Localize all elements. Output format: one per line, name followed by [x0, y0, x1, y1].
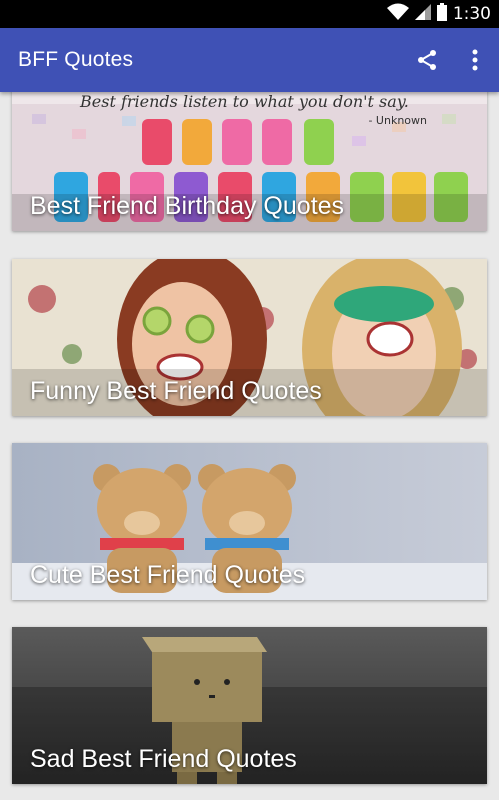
card-sad-quotes[interactable]: Sad Best Friend Quotes: [12, 627, 487, 784]
category-list[interactable]: Best friends listen to what you don't sa…: [0, 92, 499, 800]
card-funny-quotes[interactable]: Funny Best Friend Quotes: [12, 259, 487, 416]
status-time: 1:30: [452, 4, 491, 24]
card-quote-author: - Unknown: [368, 114, 427, 127]
wifi-icon: [386, 3, 409, 26]
app-bar: BFF Quotes: [0, 28, 499, 92]
card-label: Funny Best Friend Quotes: [30, 377, 322, 405]
share-icon[interactable]: [412, 46, 442, 74]
battery-icon: [436, 2, 447, 26]
card-quote: Best friends listen to what you don't sa…: [80, 92, 409, 111]
card-birthday-quotes[interactable]: Best friends listen to what you don't sa…: [12, 92, 487, 231]
card-label: Sad Best Friend Quotes: [30, 745, 297, 773]
status-bar: 1:30: [0, 0, 499, 28]
more-vert-icon[interactable]: [462, 46, 488, 74]
card-label: Best Friend Birthday Quotes: [30, 192, 345, 220]
card-cute-quotes[interactable]: Cute Best Friend Quotes: [12, 443, 487, 600]
card-label: Cute Best Friend Quotes: [30, 561, 306, 589]
app-title: BFF Quotes: [18, 48, 134, 71]
signal-icon: [414, 3, 431, 26]
